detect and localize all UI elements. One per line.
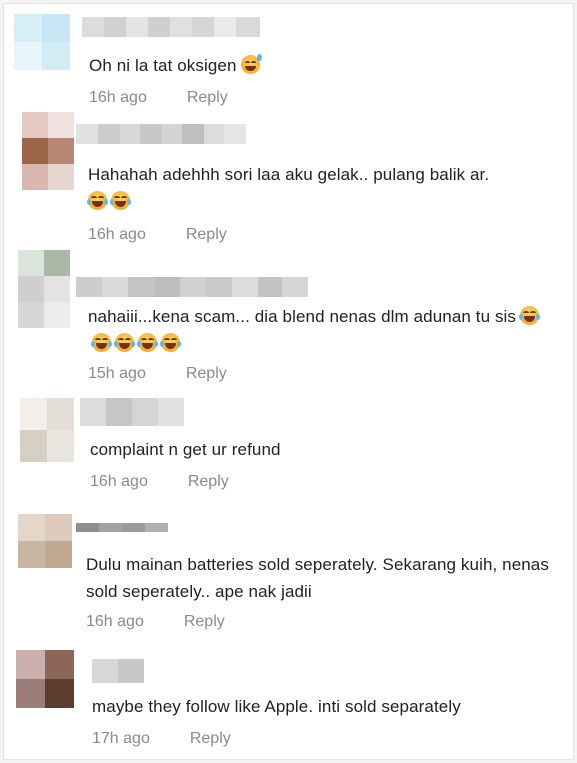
reply-button[interactable]: Reply <box>184 613 225 631</box>
comment-text-body: Oh ni la tat oksigen <box>89 56 237 75</box>
comment-time: 16h ago <box>89 89 147 106</box>
comment-meta: 17h ago Reply <box>92 730 231 748</box>
username-blurred[interactable] <box>80 398 184 426</box>
comment-time: 16h ago <box>86 613 144 630</box>
comment-text: complaint n get ur refund <box>90 436 560 463</box>
comment-meta: 16h ago Reply <box>86 613 225 631</box>
avatar[interactable] <box>14 14 70 70</box>
comment-text-body: complaint n get ur refund <box>90 440 281 459</box>
comment-meta: 16h ago Reply <box>90 473 229 491</box>
avatar[interactable] <box>18 250 70 328</box>
avatar-pixel <box>42 14 70 42</box>
reply-button[interactable]: Reply <box>186 365 227 383</box>
comment-text-body: nahaiii...kena scam... dia blend nenas d… <box>88 307 517 326</box>
comment-time: 16h ago <box>88 226 146 243</box>
laughing-emoji <box>110 191 131 210</box>
comment-text: nahaiii...kena scam... dia blend nenas d… <box>88 303 558 357</box>
comment-text: Dulu mainan batteries sold seperately. S… <box>86 551 564 605</box>
username-blurred[interactable] <box>82 17 260 37</box>
laughing-emoji <box>137 333 158 352</box>
comment-meta: 15h ago Reply <box>88 365 227 383</box>
comment-text-body: Hahahah adehhh sori laa aku gelak.. pula… <box>88 165 490 184</box>
laughing-emoji <box>91 333 112 352</box>
username-blurred[interactable] <box>76 277 308 297</box>
username-blurred[interactable] <box>92 659 144 683</box>
laughing-emoji <box>519 306 541 325</box>
comment-meta: 16h ago Reply <box>89 89 228 107</box>
reply-button[interactable]: Reply <box>188 473 229 491</box>
avatar-pixel <box>42 42 70 70</box>
comment-text-body: Dulu mainan batteries sold seperately. S… <box>86 555 549 601</box>
comment-time: 16h ago <box>90 473 148 490</box>
sweat-smile-emoji <box>240 54 262 74</box>
laughing-emoji <box>160 333 181 352</box>
comment-text: Hahahah adehhh sori laa aku gelak.. pula… <box>87 161 558 215</box>
comment-text: maybe they follow like Apple. inti sold … <box>92 693 562 720</box>
comment-meta: 16h ago Reply <box>88 226 227 244</box>
laughing-emoji <box>87 191 108 210</box>
avatar[interactable] <box>22 112 74 190</box>
reply-button[interactable]: Reply <box>186 226 227 244</box>
comment-text: Oh ni la tat oksigen <box>89 52 559 79</box>
comment-time: 17h ago <box>92 730 150 747</box>
avatar-pixel <box>14 14 42 42</box>
comment-list: Oh ni la tat oksigen 16h ago Reply Hahah… <box>3 3 574 760</box>
reply-button[interactable]: Reply <box>187 89 228 107</box>
avatar[interactable] <box>20 398 74 462</box>
avatar[interactable] <box>16 650 74 708</box>
avatar-pixel <box>14 42 42 70</box>
comment-text-body: maybe they follow like Apple. inti sold … <box>92 697 461 716</box>
avatar[interactable] <box>18 514 72 568</box>
username-blurred[interactable] <box>76 523 168 532</box>
comment-time: 15h ago <box>88 365 146 382</box>
laughing-emoji <box>114 333 135 352</box>
reply-button[interactable]: Reply <box>190 730 231 748</box>
username-blurred[interactable] <box>76 124 246 144</box>
